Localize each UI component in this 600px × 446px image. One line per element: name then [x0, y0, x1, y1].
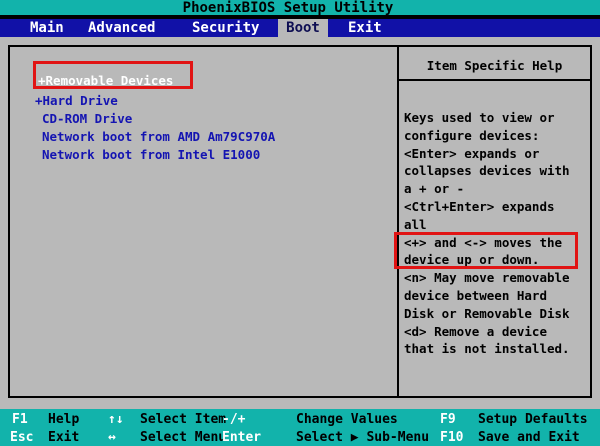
key-minusplus-label: Change Values [296, 412, 398, 427]
key-f9-label: Setup Defaults [478, 412, 588, 427]
help-line: <n> May move removable [404, 270, 570, 286]
help-panel-title: Item Specific Help [426, 58, 563, 73]
help-line: <Ctrl+Enter> expands [404, 198, 555, 214]
help-line: configure devices: [404, 127, 540, 143]
menu-bar: Main Advanced Security Boot Exit [0, 19, 600, 37]
boot-item-cdrom-drive[interactable]: CD-ROM Drive [42, 111, 132, 126]
tab-security[interactable]: Security [192, 19, 259, 37]
key-f10-label: Save and Exit [478, 430, 580, 445]
key-minusplus: -/+ [222, 412, 246, 427]
tab-boot-selected[interactable]: Boot [278, 19, 328, 37]
help-line: Disk or Removable Disk [404, 305, 570, 321]
key-esc-label: Exit [48, 430, 80, 445]
key-leftright-icon: ↔ [108, 430, 116, 445]
bios-screen: PhoenixBIOS Setup Utility Main Advanced … [0, 0, 600, 446]
key-f10: F10 [440, 430, 464, 445]
tab-main[interactable]: Main [30, 19, 64, 37]
tab-advanced[interactable]: Advanced [88, 19, 155, 37]
help-line: collapses devices with [404, 163, 570, 179]
tab-exit[interactable]: Exit [348, 19, 382, 37]
key-esc: Esc [10, 430, 34, 445]
panel-divider [397, 45, 399, 398]
help-line: <d> Remove a device [404, 323, 547, 339]
key-updown-icon: ↑↓ [108, 412, 124, 427]
key-leftright-label: Select Menu [140, 430, 227, 445]
key-enter: Enter [222, 430, 262, 445]
key-f1-label: Help [48, 412, 80, 427]
help-line: Keys used to view or [404, 110, 555, 125]
annotation-box-boot-item [33, 61, 193, 89]
page-title: PhoenixBIOS Setup Utility [182, 0, 394, 16]
boot-item-network-amd[interactable]: Network boot from AMD Am79C970A [42, 129, 275, 144]
help-line: that is not installed. [404, 341, 570, 357]
annotation-box-help-text [394, 232, 578, 269]
key-f1: F1 [12, 412, 28, 427]
key-f9: F9 [440, 412, 456, 427]
help-line: all [404, 216, 427, 232]
boot-item-network-intel[interactable]: Network boot from Intel E1000 [42, 147, 260, 162]
key-updown-label: Select Item [140, 412, 227, 427]
boot-item-hard-drive[interactable]: +Hard Drive [35, 93, 118, 108]
help-line: device between Hard [404, 287, 547, 303]
help-line: <Enter> expands or [404, 145, 540, 161]
help-line: a + or - [404, 181, 465, 197]
key-enter-label: Select ▶ Sub-Menu [296, 430, 430, 445]
help-title-divider [399, 79, 590, 81]
key-legend-bar: F1 Help ↑↓ Select Item -/+ Change Values… [0, 409, 600, 446]
